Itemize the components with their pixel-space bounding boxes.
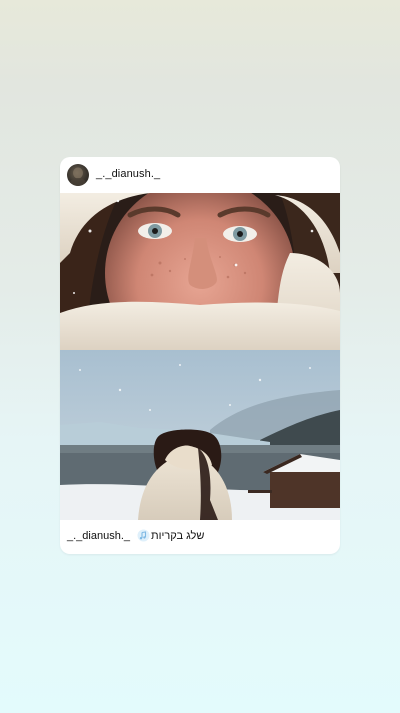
post-header: _._dianush._: [60, 157, 340, 193]
post-photo-portrait[interactable]: [60, 193, 340, 350]
avatar[interactable]: [67, 164, 89, 186]
post-footer: _._dianush._ שלג בקריות: [60, 520, 340, 554]
post-photo-lake[interactable]: [60, 350, 340, 520]
caption-username[interactable]: _._dianush._: [67, 530, 130, 542]
post-card[interactable]: _._dianush._ _._dianush._ שלג בקריות: [60, 157, 340, 554]
song-title[interactable]: שלג בקריות: [151, 530, 204, 542]
music-note-icon: [137, 529, 150, 542]
post-username[interactable]: _._dianush._: [96, 168, 160, 180]
